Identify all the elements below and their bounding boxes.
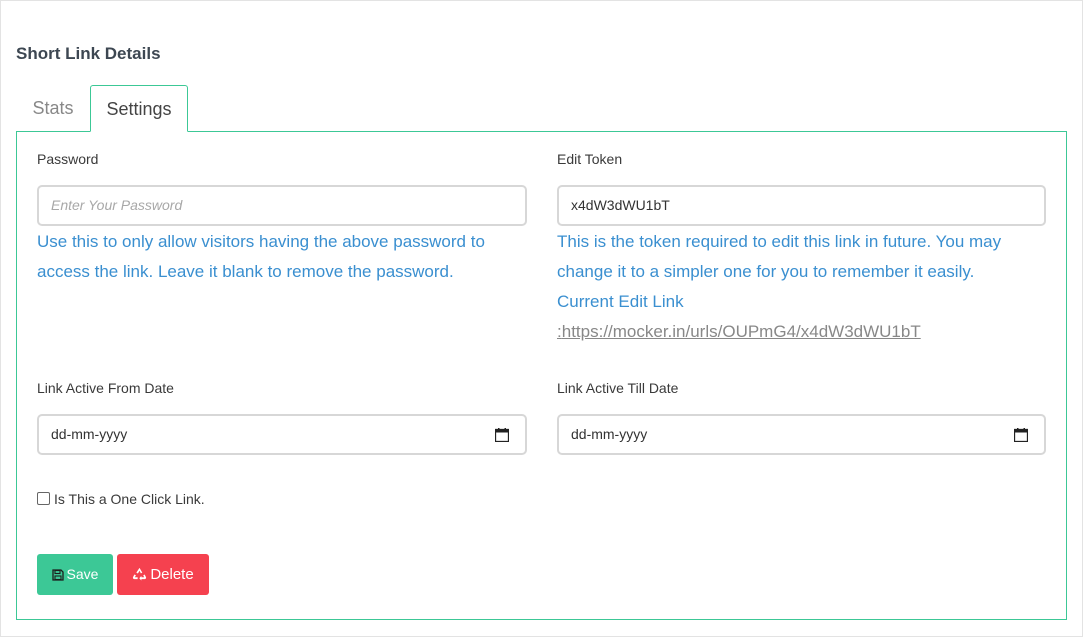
current-edit-link-label: Current Edit Link — [557, 292, 684, 311]
active-from-label: Link Active From Date — [37, 380, 174, 396]
recycle-icon — [133, 567, 147, 581]
edit-token-label: Edit Token — [557, 151, 623, 167]
one-click-checkbox[interactable] — [37, 492, 50, 505]
one-click-row: Is This a One Click Link. — [37, 491, 205, 507]
active-from-date-placeholder: dd-mm-yyyy — [51, 426, 128, 442]
page-title: Short Link Details — [16, 44, 161, 63]
password-help-text: Use this to only allow visitors having t… — [37, 232, 485, 281]
password-label: Password — [37, 151, 99, 167]
active-till-label: Link Active Till Date — [557, 380, 679, 396]
tab-stats[interactable]: Stats — [16, 85, 90, 131]
calendar-icon[interactable] — [1014, 428, 1028, 442]
floppy-disk-icon — [51, 569, 64, 581]
active-till-date-input[interactable]: dd-mm-yyyy — [557, 414, 1046, 455]
tab-settings[interactable]: Settings — [90, 85, 188, 132]
save-button-label: Save — [66, 566, 99, 582]
calendar-icon[interactable] — [495, 428, 509, 442]
save-button[interactable]: Save — [37, 554, 113, 595]
edit-token-help-text: This is the token required to edit this … — [557, 232, 1002, 281]
password-input[interactable]: Enter Your Password — [37, 185, 527, 226]
current-edit-link-row: :https://mocker.in/urls/OUPmG4/x4dW3dWU1… — [557, 317, 921, 347]
edit-token-input[interactable]: x4dW3dWU1bT — [557, 185, 1046, 226]
active-till-date-placeholder: dd-mm-yyyy — [571, 426, 648, 442]
current-edit-link[interactable]: https://mocker.in/urls/OUPmG4/x4dW3dWU1b… — [562, 322, 921, 341]
delete-button[interactable]: Delete — [117, 554, 209, 595]
active-from-date-input[interactable]: dd-mm-yyyy — [37, 414, 527, 455]
one-click-label[interactable]: Is This a One Click Link. — [54, 491, 205, 507]
delete-button-label: Delete — [150, 566, 194, 583]
